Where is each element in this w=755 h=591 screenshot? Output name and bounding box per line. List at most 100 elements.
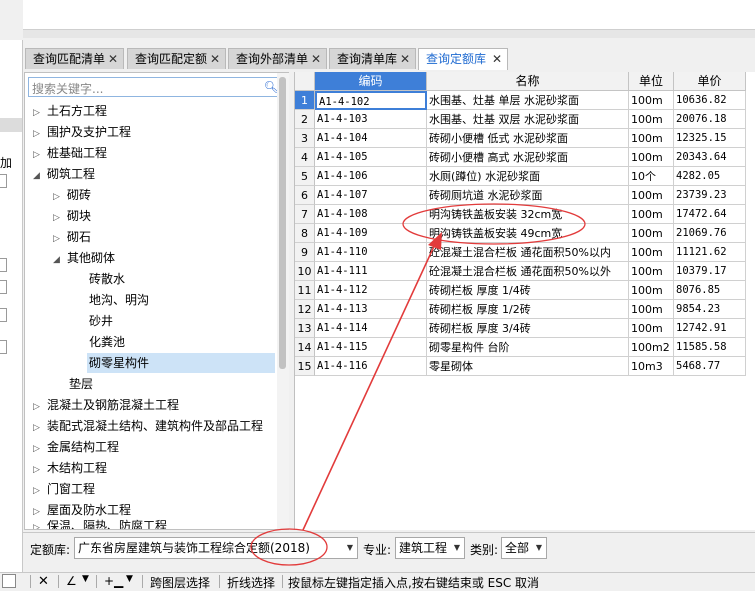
cell-unit[interactable]: 100m [629, 243, 674, 262]
cell-name[interactable]: 水围基、灶基 双层 水泥砂浆面 [427, 110, 629, 129]
cell-unit[interactable]: 100m [629, 129, 674, 148]
cell-unit[interactable]: 100m [629, 281, 674, 300]
row-number[interactable]: 9 [295, 243, 315, 262]
tree-leaf[interactable]: 垫层 [69, 374, 93, 394]
cell-code[interactable]: A1-4-116 [315, 357, 427, 376]
tree-leaf-selected[interactable]: 砌零星构件 [87, 353, 275, 373]
polyline-select-button[interactable]: 折线选择 [227, 574, 275, 591]
tree-node[interactable]: ▷ 围护及支护工程 [33, 122, 131, 142]
cell-code[interactable]: A1-4-105 [315, 148, 427, 167]
cell-price[interactable]: 12325.15 [674, 129, 746, 148]
cell-unit[interactable]: 100m [629, 186, 674, 205]
collapse-icon[interactable]: ◢ [53, 250, 67, 270]
dropdown-icon[interactable]: ▼ [126, 574, 133, 584]
row-number[interactable]: 14 [295, 338, 315, 357]
row-number[interactable]: 13 [295, 319, 315, 338]
cell-code[interactable]: A1-4-109 [315, 224, 427, 243]
tree-node[interactable]: ▷ 砌石 [53, 227, 91, 247]
tree-leaf[interactable]: 化粪池 [89, 332, 125, 352]
cell-name[interactable]: 砖砌小便槽 高式 水泥砂浆面 [427, 148, 629, 167]
quota-library-select[interactable]: 广东省房屋建筑与装饰工程综合定额(2018) ▼ [74, 537, 358, 559]
expand-icon[interactable]: ▷ [33, 481, 47, 501]
tab-external-list[interactable]: 查询外部清单 ✕ [228, 48, 327, 69]
row-number[interactable]: 8 [295, 224, 315, 243]
tree-node[interactable]: ▷ 砌块 [53, 206, 91, 226]
row-number[interactable]: 6 [295, 186, 315, 205]
tree-node[interactable]: ▷ 砌砖 [53, 185, 91, 205]
cell-name[interactable]: 零星砌体 [427, 357, 629, 376]
row-number[interactable]: 1 [295, 91, 315, 110]
cell-price[interactable]: 21069.76 [674, 224, 746, 243]
expand-icon[interactable]: ▷ [33, 439, 47, 459]
cell-unit[interactable]: 10m3 [629, 357, 674, 376]
expand-icon[interactable]: ▷ [53, 208, 67, 228]
header-unit[interactable]: 单位 [629, 72, 674, 91]
cell-name[interactable]: 砼混凝土混合栏板 通花面积50%以内 [427, 243, 629, 262]
dropdown-icon[interactable]: ▼ [536, 538, 542, 558]
cell-name[interactable]: 砖砌栏板 厚度 1/4砖 [427, 281, 629, 300]
strip-field[interactable] [0, 280, 7, 294]
row-number[interactable]: 5 [295, 167, 315, 186]
tree-node[interactable]: ▷ 金属结构工程 [33, 437, 119, 457]
cell-name[interactable]: 砖砌栏板 厚度 1/2砖 [427, 300, 629, 319]
cell-unit[interactable]: 100m [629, 148, 674, 167]
category-select[interactable]: 全部 ▼ [501, 537, 547, 559]
cell-unit[interactable]: 100m [629, 110, 674, 129]
expand-icon[interactable]: ▷ [33, 397, 47, 417]
search-input[interactable]: 搜索关键字... 🔍︎ [28, 77, 284, 97]
cell-code[interactable]: A1-4-113 [315, 300, 427, 319]
cell-unit[interactable]: 100m2 [629, 338, 674, 357]
cell-name[interactable]: 明沟铸铁盖板安装 32cm宽 [427, 205, 629, 224]
cell-name[interactable]: 砖砌厕坑道 水泥砂浆面 [427, 186, 629, 205]
cell-code[interactable]: A1-4-106 [315, 167, 427, 186]
header-name[interactable]: 名称 [427, 72, 629, 91]
cell-code[interactable]: A1-4-112 [315, 281, 427, 300]
expand-icon[interactable]: ▷ [33, 145, 47, 165]
cell-price[interactable]: 10636.82 [674, 91, 746, 110]
tree-node[interactable]: ◢ 砌筑工程 [33, 164, 95, 184]
cell-price[interactable]: 5468.77 [674, 357, 746, 376]
expand-icon[interactable]: ▷ [33, 103, 47, 123]
scrollbar-thumb[interactable] [279, 77, 286, 369]
row-number[interactable]: 2 [295, 110, 315, 129]
cell-price[interactable]: 12742.91 [674, 319, 746, 338]
cell-unit[interactable]: 100m [629, 205, 674, 224]
expand-icon[interactable]: ▷ [53, 229, 67, 249]
cell-name[interactable]: 砌零星构件 台阶 [427, 338, 629, 357]
strip-field[interactable] [0, 308, 7, 322]
tree-leaf[interactable]: 砖散水 [89, 269, 125, 289]
cell-name[interactable]: 砖砌小便槽 低式 水泥砂浆面 [427, 129, 629, 148]
tab-quota-library[interactable]: 查询定额库 ✕ [418, 48, 508, 70]
tree-node[interactable]: ▷ 土石方工程 [33, 101, 107, 121]
row-number[interactable]: 15 [295, 357, 315, 376]
cell-name[interactable]: 砼混凝土混合栏板 通花面积50%以外 [427, 262, 629, 281]
cell-price[interactable]: 11121.62 [674, 243, 746, 262]
row-number[interactable]: 4 [295, 148, 315, 167]
cell-price[interactable]: 8076.85 [674, 281, 746, 300]
cell-unit[interactable]: 100m [629, 262, 674, 281]
expand-icon[interactable]: ▷ [53, 187, 67, 207]
cell-unit[interactable]: 100m [629, 300, 674, 319]
cell-code[interactable]: A1-4-102 [315, 91, 427, 110]
tree-node[interactable]: ▷ 保温、隔热、防腐工程 [33, 519, 167, 529]
close-icon[interactable]: ✕ [210, 49, 220, 70]
cross-icon[interactable]: ✕ [38, 574, 49, 589]
cell-code[interactable]: A1-4-107 [315, 186, 427, 205]
cell-price[interactable]: 11585.58 [674, 338, 746, 357]
row-number[interactable]: 3 [295, 129, 315, 148]
cell-code[interactable]: A1-4-115 [315, 338, 427, 357]
dropdown-icon[interactable]: ▼ [82, 574, 89, 584]
cell-price[interactable]: 23739.23 [674, 186, 746, 205]
strip-field[interactable] [0, 258, 7, 272]
header-code[interactable]: 编码 [315, 72, 427, 91]
expand-icon[interactable]: ▷ [33, 521, 47, 529]
tree-node[interactable]: ◢ 其他砌体 [53, 248, 115, 268]
cell-price[interactable]: 17472.64 [674, 205, 746, 224]
tree-scrollbar[interactable] [277, 73, 289, 529]
tab-list-library[interactable]: 查询清单库 ✕ [329, 48, 416, 69]
major-select[interactable]: 建筑工程 ▼ [395, 537, 465, 559]
tree-node[interactable]: ▷ 屋面及防水工程 [33, 500, 131, 520]
cell-name[interactable]: 砖砌栏板 厚度 3/4砖 [427, 319, 629, 338]
strip-field[interactable] [0, 340, 7, 354]
tree-node[interactable]: ▷ 木结构工程 [33, 458, 107, 478]
